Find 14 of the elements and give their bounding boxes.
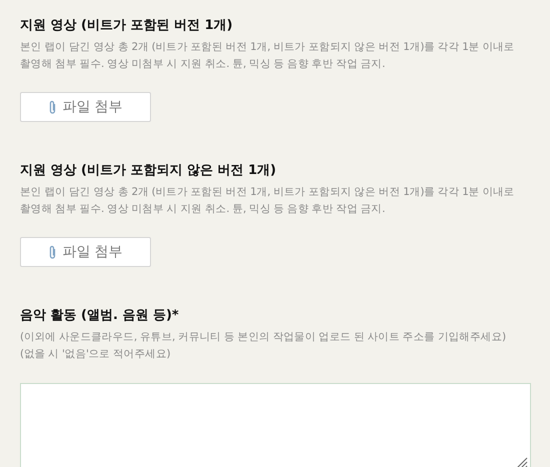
field-description: 촬영해 첨부 필수. 영상 미첨부 시 지원 취소. 튠, 믹싱 등 음향 후반 작업 금지. bbox=[20, 202, 386, 217]
field-description: 본인 랩이 담긴 영상 총 2개 (비트가 포함된 버전 1개, 비트가 포함되지 않은 버전 1개)를 각각 1분 이내로 bbox=[20, 40, 516, 55]
resize-handle-icon[interactable] bbox=[516, 457, 528, 467]
field-title: 지원 영상 (비트가 포함된 버전 1개) bbox=[20, 17, 234, 35]
attach-file-button[interactable]: 파일 첨부 bbox=[20, 92, 151, 122]
field-description: 촬영해 첨부 필수. 영상 미첨부 시 지원 취소. 튠, 믹싱 등 음향 후반 작업 금지. bbox=[20, 57, 386, 72]
field-description: 본인 랩이 담긴 영상 총 2개 (비트가 포함된 버전 1개, 비트가 포함되지 않은 버전 1개)를 각각 1분 이내로 bbox=[20, 185, 516, 200]
paperclip-icon bbox=[48, 100, 58, 114]
attach-file-button[interactable]: 파일 첨부 bbox=[20, 237, 151, 267]
field-description: (없을 시 '없음'으로 적어주세요) bbox=[20, 347, 172, 362]
field-description: (이외에 사운드클라우드, 유튜브, 커뮤니티 등 본인의 작업물이 업로드 된 사이트 주소를 기입해주세요) bbox=[20, 330, 507, 345]
field-title: 지원 영상 (비트가 포함되지 않은 버전 1개) bbox=[20, 162, 278, 180]
field-title: 음악 활동 (앨범. 음원 등)* bbox=[20, 307, 180, 325]
paperclip-icon bbox=[48, 244, 58, 260]
